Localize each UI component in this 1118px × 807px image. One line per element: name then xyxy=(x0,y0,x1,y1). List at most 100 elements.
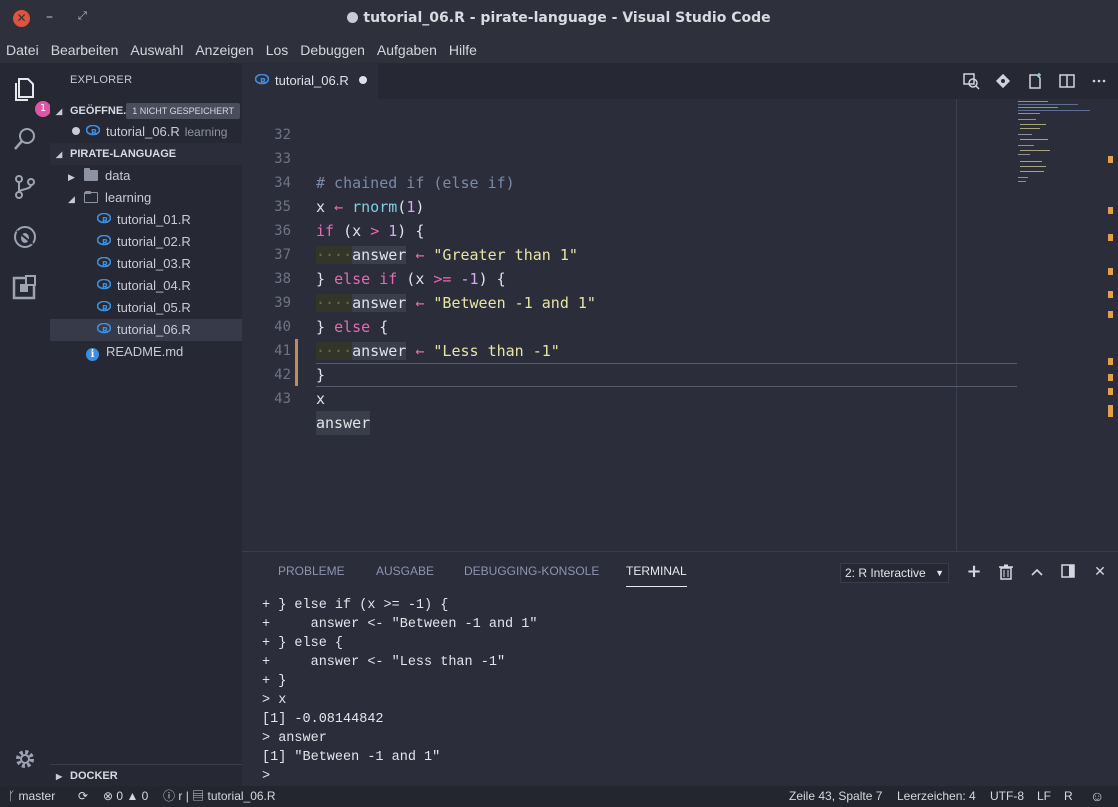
extensions-icon[interactable] xyxy=(11,273,39,301)
toggle-panel-position-icon[interactable] xyxy=(1060,564,1076,580)
overview-marker xyxy=(1108,311,1113,318)
tab-tutorial-06[interactable]: Rtutorial_06.R xyxy=(242,63,378,99)
code-line: 34 x ← rnorm(1) xyxy=(242,147,1017,216)
chevron-up-icon[interactable] xyxy=(1029,564,1045,580)
dropdown-arrow-icon: ▼ xyxy=(935,568,944,578)
unsaved-dot-icon xyxy=(358,76,367,84)
svg-text:R: R xyxy=(102,304,108,313)
source-control-icon[interactable] xyxy=(11,173,39,201)
encoding[interactable]: UTF-8 xyxy=(990,786,1024,807)
terminal-line: + answer <- "Between -1 and 1" xyxy=(262,617,538,632)
minimap[interactable] xyxy=(1016,99,1106,189)
line-number: 43 xyxy=(274,391,291,407)
explorer-sidebar: EXPLORER ◢ GEÖFFNE.. 1 NICHT GESPEICHERT … xyxy=(50,63,242,786)
code-line: 39 } else { xyxy=(242,267,1017,336)
language-mode[interactable]: R xyxy=(1064,786,1073,807)
warning-icon: ▲ xyxy=(126,789,139,803)
bottom-panel: PROBLEME AUSGABE DEBUGGING-KONSOLE TERMI… xyxy=(242,551,1118,786)
editor-tab-bar: Rtutorial_06.R xyxy=(242,63,1118,99)
file-icon: ▤ xyxy=(192,789,205,803)
svg-text:R: R xyxy=(102,326,108,335)
open-editors-section[interactable]: ◢ GEÖFFNE.. 1 NICHT GESPEICHERT xyxy=(50,100,242,122)
tab-debugging-konsole[interactable]: DEBUGGING-KONSOLE xyxy=(464,564,599,578)
tab-terminal[interactable]: TERMINAL xyxy=(626,564,687,587)
cursor-position[interactable]: Zeile 43, Spalte 7 xyxy=(789,786,882,807)
gear-icon[interactable] xyxy=(11,745,39,773)
tree-folder-learning[interactable]: ◢ learning xyxy=(50,187,242,209)
trash-icon[interactable] xyxy=(998,564,1014,580)
tree-folder-data[interactable]: ▶ data xyxy=(50,165,242,187)
git-icon[interactable] xyxy=(994,72,1012,90)
tree-file[interactable]: Rtutorial_02.R xyxy=(50,231,242,253)
explorer-icon[interactable]: 1 xyxy=(11,75,51,117)
r-file-icon: R xyxy=(97,213,111,225)
branch-indicator[interactable]: ᚴ master xyxy=(8,786,55,807)
new-file-icon[interactable] xyxy=(1026,72,1044,90)
docker-section[interactable]: ▶ DOCKER xyxy=(50,764,242,786)
info-icon: i xyxy=(86,348,99,361)
menu-anzeigen[interactable]: Anzeigen xyxy=(195,37,253,63)
problems-indicator[interactable]: ⊗ 0 ▲ 0 xyxy=(103,786,148,807)
terminal-select[interactable]: 2: R Interactive ▼ xyxy=(840,563,949,583)
menu-debuggen[interactable]: Debuggen xyxy=(300,37,365,63)
menu-auswahl[interactable]: Auswahl xyxy=(130,37,183,63)
indentation[interactable]: Leerzeichen: 4 xyxy=(897,786,976,807)
end-of-line[interactable]: LF xyxy=(1037,786,1051,807)
menu-bearbeiten[interactable]: Bearbeiten xyxy=(51,37,119,63)
svg-text:R: R xyxy=(260,77,266,86)
sync-icon[interactable]: ⟳ xyxy=(78,786,88,807)
tree-file[interactable]: Rtutorial_01.R xyxy=(50,209,242,231)
overview-marker xyxy=(1108,234,1113,241)
more-actions-icon[interactable] xyxy=(1090,72,1108,90)
close-panel-icon[interactable]: ✕ xyxy=(1092,564,1108,580)
tree-file-readme[interactable]: i README.md xyxy=(50,341,242,363)
r-file-icon: R xyxy=(97,301,111,313)
svg-text:R: R xyxy=(102,216,108,225)
title-bar: ✕ – ⤢ tutorial_06.R - pirate-language - … xyxy=(0,0,1118,37)
svg-text:R: R xyxy=(91,128,97,137)
overview-marker xyxy=(1108,374,1113,381)
tree-file[interactable]: Rtutorial_05.R xyxy=(50,297,242,319)
chevron-right-icon: ▶ xyxy=(56,772,63,781)
debug-icon[interactable] xyxy=(11,223,39,251)
tree-file[interactable]: Rtutorial_04.R xyxy=(50,275,242,297)
tab-probleme[interactable]: PROBLEME xyxy=(278,564,345,578)
tab-ausgabe[interactable]: AUSGABE xyxy=(376,564,434,578)
code-line: 32 xyxy=(242,99,1017,143)
unsaved-badge: 1 NICHT GESPEICHERT xyxy=(126,103,240,119)
code-line: 37 } else if (x >= -1) { xyxy=(242,219,1017,288)
code-text: answer xyxy=(316,411,371,435)
chevron-down-icon: ◢ xyxy=(56,150,63,159)
menu-bar: Datei Bearbeiten Auswahl Anzeigen Los De… xyxy=(0,37,1118,63)
unsaved-dot-icon xyxy=(72,127,80,135)
project-section[interactable]: ◢ PIRATE-LANGUAGE xyxy=(50,143,242,165)
code-line: 40 ····answer ← "Less than -1" xyxy=(242,291,1017,360)
tree-file-selected[interactable]: Rtutorial_06.R xyxy=(50,319,242,341)
menu-los[interactable]: Los xyxy=(266,37,289,63)
search-icon[interactable] xyxy=(11,125,39,153)
folder-icon xyxy=(84,168,98,181)
open-changes-icon[interactable] xyxy=(962,72,980,90)
split-editor-icon[interactable] xyxy=(1058,72,1076,90)
r-file-icon: R xyxy=(97,323,111,335)
terminal-line: + } xyxy=(262,674,287,689)
overview-marker xyxy=(1108,268,1113,275)
add-terminal-icon[interactable]: + xyxy=(966,563,982,581)
overview-marker xyxy=(1108,388,1113,395)
branch-icon: ᚴ xyxy=(8,789,16,803)
tree-file[interactable]: Rtutorial_03.R xyxy=(50,253,242,275)
menu-aufgaben[interactable]: Aufgaben xyxy=(377,37,437,63)
r-language-indicator[interactable]: ⓘ r | ▤ tutorial_06.R xyxy=(163,786,276,807)
open-editor-item[interactable]: Rtutorial_06.R learning xyxy=(50,121,242,143)
overview-marker xyxy=(1108,405,1113,417)
terminal-line: > answer xyxy=(262,731,327,746)
code-line: 33 # chained if (else if) xyxy=(242,123,1017,192)
status-bar: ᚴ master ⟳ ⊗ 0 ▲ 0 ⓘ r | ▤ tutorial_06.R… xyxy=(0,786,1118,807)
terminal-prompt[interactable]: > xyxy=(262,767,270,786)
code-editor[interactable]: 32 33 # chained if (else if) 34 x ← rnor… xyxy=(242,99,1118,551)
feedback-smiley-icon[interactable]: ☺ xyxy=(1090,786,1104,807)
menu-datei[interactable]: Datei xyxy=(6,37,39,63)
code-line-current: 43 answer xyxy=(242,363,1017,435)
menu-hilfe[interactable]: Hilfe xyxy=(449,37,477,63)
svg-text:R: R xyxy=(102,260,108,269)
